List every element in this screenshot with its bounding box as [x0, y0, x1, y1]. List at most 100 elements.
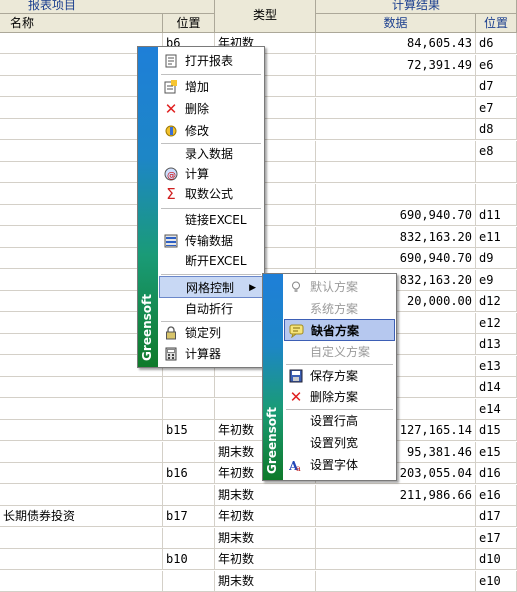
cell-pos2[interactable]: d7 — [476, 76, 517, 97]
cell-pos2[interactable]: e12 — [476, 312, 517, 334]
cell-name[interactable] — [0, 549, 163, 570]
cell-name[interactable] — [0, 441, 163, 463]
cell-pos2[interactable]: e9 — [476, 269, 517, 291]
font-icon: Aa — [288, 457, 304, 473]
cell-data[interactable] — [316, 183, 476, 205]
delete-icon: ✕ — [289, 388, 303, 406]
menu-separator — [161, 274, 261, 275]
cell-data[interactable]: 690,940.70 — [316, 205, 476, 226]
cell-name[interactable] — [0, 484, 163, 506]
cell-pos2[interactable]: e10 — [476, 570, 517, 592]
cell-pos[interactable]: b10 — [163, 549, 215, 570]
cell-data[interactable]: 72,391.49 — [316, 54, 476, 76]
cell-name[interactable] — [0, 377, 163, 398]
header-position2[interactable]: 位置 — [476, 14, 517, 33]
cell-name[interactable] — [0, 420, 163, 441]
cell-pos2[interactable]: d9 — [476, 248, 517, 269]
cell-pos2[interactable]: e8 — [476, 140, 517, 162]
cell-pos[interactable] — [163, 570, 215, 592]
cell-pos2[interactable] — [476, 162, 517, 183]
submenu-item-custom-scheme[interactable]: 自定义方案 — [284, 341, 395, 363]
cell-pos[interactable]: b17 — [163, 506, 215, 527]
submenu-brand-band: Greensoft — [263, 274, 283, 480]
cell-pos2[interactable]: e16 — [476, 484, 517, 506]
cell-pos2[interactable]: d6 — [476, 33, 517, 54]
cell-pos2[interactable]: d8 — [476, 119, 517, 140]
calculate-icon: @ — [163, 166, 179, 182]
cell-pos[interactable] — [163, 527, 215, 549]
cell-data[interactable] — [316, 162, 476, 183]
cell-pos2[interactable]: d16 — [476, 463, 517, 484]
header-position[interactable]: 位置 — [163, 14, 215, 33]
cell-pos2[interactable]: d13 — [476, 334, 517, 355]
menu-item-open-report[interactable]: 打开报表 — [159, 50, 263, 72]
menu-item-calculator[interactable]: 计算器 — [159, 343, 263, 365]
cell-name[interactable] — [0, 527, 163, 549]
cell-pos2[interactable]: e13 — [476, 355, 517, 377]
cell-pos2[interactable]: d17 — [476, 506, 517, 527]
submenu-item-default-scheme[interactable]: 默认方案 — [284, 276, 395, 298]
submenu-item-set-font[interactable]: Aa 设置字体 — [284, 454, 395, 476]
menu-item-lock-column[interactable]: 锁定列 — [159, 322, 263, 344]
header-name[interactable]: 名称 — [0, 14, 163, 33]
cell-data[interactable] — [316, 140, 476, 162]
cell-type[interactable]: 年初数 — [215, 549, 316, 570]
cell-data[interactable]: 84,605.43 — [316, 33, 476, 54]
menu-item-add[interactable]: 增加 — [159, 76, 263, 98]
cell-data[interactable] — [316, 97, 476, 119]
header-data[interactable]: 数据 — [316, 14, 476, 33]
cell-pos2[interactable]: d12 — [476, 291, 517, 312]
cell-data[interactable] — [316, 76, 476, 97]
menu-item-disconnect-excel[interactable]: 断开EXCEL — [159, 250, 263, 272]
cell-data[interactable]: 832,163.20 — [316, 226, 476, 248]
submenu-item-system-scheme[interactable]: 系统方案 — [284, 298, 395, 320]
cell-type[interactable]: 期末数 — [215, 484, 316, 506]
cell-pos2[interactable]: e11 — [476, 226, 517, 248]
menu-item-link-excel[interactable]: 链接EXCEL — [159, 209, 263, 231]
cell-type[interactable]: 期末数 — [215, 527, 316, 549]
cell-pos2[interactable]: e14 — [476, 398, 517, 420]
cell-data[interactable] — [316, 119, 476, 140]
cell-data[interactable]: 211,986.66 — [316, 484, 476, 506]
cell-name[interactable] — [0, 398, 163, 420]
cell-data[interactable] — [316, 549, 476, 570]
menu-item-delete[interactable]: ✕ 删除 — [159, 98, 263, 120]
cell-name[interactable] — [0, 463, 163, 484]
cell-pos2[interactable]: d14 — [476, 377, 517, 398]
cell-pos[interactable] — [163, 398, 215, 420]
cell-name[interactable]: 长期债券投资 — [0, 506, 163, 527]
cell-pos2[interactable] — [476, 183, 517, 205]
cell-type[interactable]: 年初数 — [215, 506, 316, 527]
cell-pos2[interactable]: e17 — [476, 527, 517, 549]
cell-pos2[interactable]: e7 — [476, 97, 517, 119]
cell-name[interactable] — [0, 570, 163, 592]
cell-pos2[interactable]: d15 — [476, 420, 517, 441]
submenu-item-set-column-width[interactable]: 设置列宽 — [284, 432, 395, 454]
menu-item-auto-wrap[interactable]: 自动折行 — [159, 298, 263, 320]
menu-item-calculate[interactable]: @ 计算 — [159, 163, 263, 185]
menu-item-transfer-data[interactable]: 传输数据 — [159, 230, 263, 252]
cell-data[interactable] — [316, 527, 476, 549]
header-type[interactable]: 类型 — [215, 0, 316, 33]
menu-item-edit[interactable]: 修改 — [159, 120, 263, 142]
cell-pos[interactable]: b15 — [163, 420, 215, 441]
cell-data[interactable] — [316, 506, 476, 527]
cell-type[interactable]: 期末数 — [215, 570, 316, 592]
menu-item-formula[interactable]: Σ 取数公式 — [159, 183, 263, 205]
submenu-item-default-plan[interactable]: 缺省方案 — [284, 319, 395, 341]
cell-pos[interactable] — [163, 484, 215, 506]
menu-item-grid-control[interactable]: 网格控制 ▶ — [159, 276, 263, 298]
cell-pos2[interactable]: d11 — [476, 205, 517, 226]
cell-pos2[interactable]: e6 — [476, 54, 517, 76]
submenu-item-set-row-height[interactable]: 设置行高 — [284, 410, 395, 432]
cell-pos[interactable] — [163, 441, 215, 463]
cell-pos[interactable]: b16 — [163, 463, 215, 484]
submenu-item-save-scheme[interactable]: 保存方案 — [284, 365, 395, 387]
submenu-item-delete-scheme[interactable]: ✕ 删除方案 — [284, 386, 395, 408]
cell-pos[interactable] — [163, 377, 215, 398]
menu-item-input-data[interactable]: 录入数据 — [159, 143, 263, 165]
cell-data[interactable]: 690,940.70 — [316, 248, 476, 269]
cell-data[interactable] — [316, 570, 476, 592]
cell-pos2[interactable]: d10 — [476, 549, 517, 570]
cell-pos2[interactable]: e15 — [476, 441, 517, 463]
